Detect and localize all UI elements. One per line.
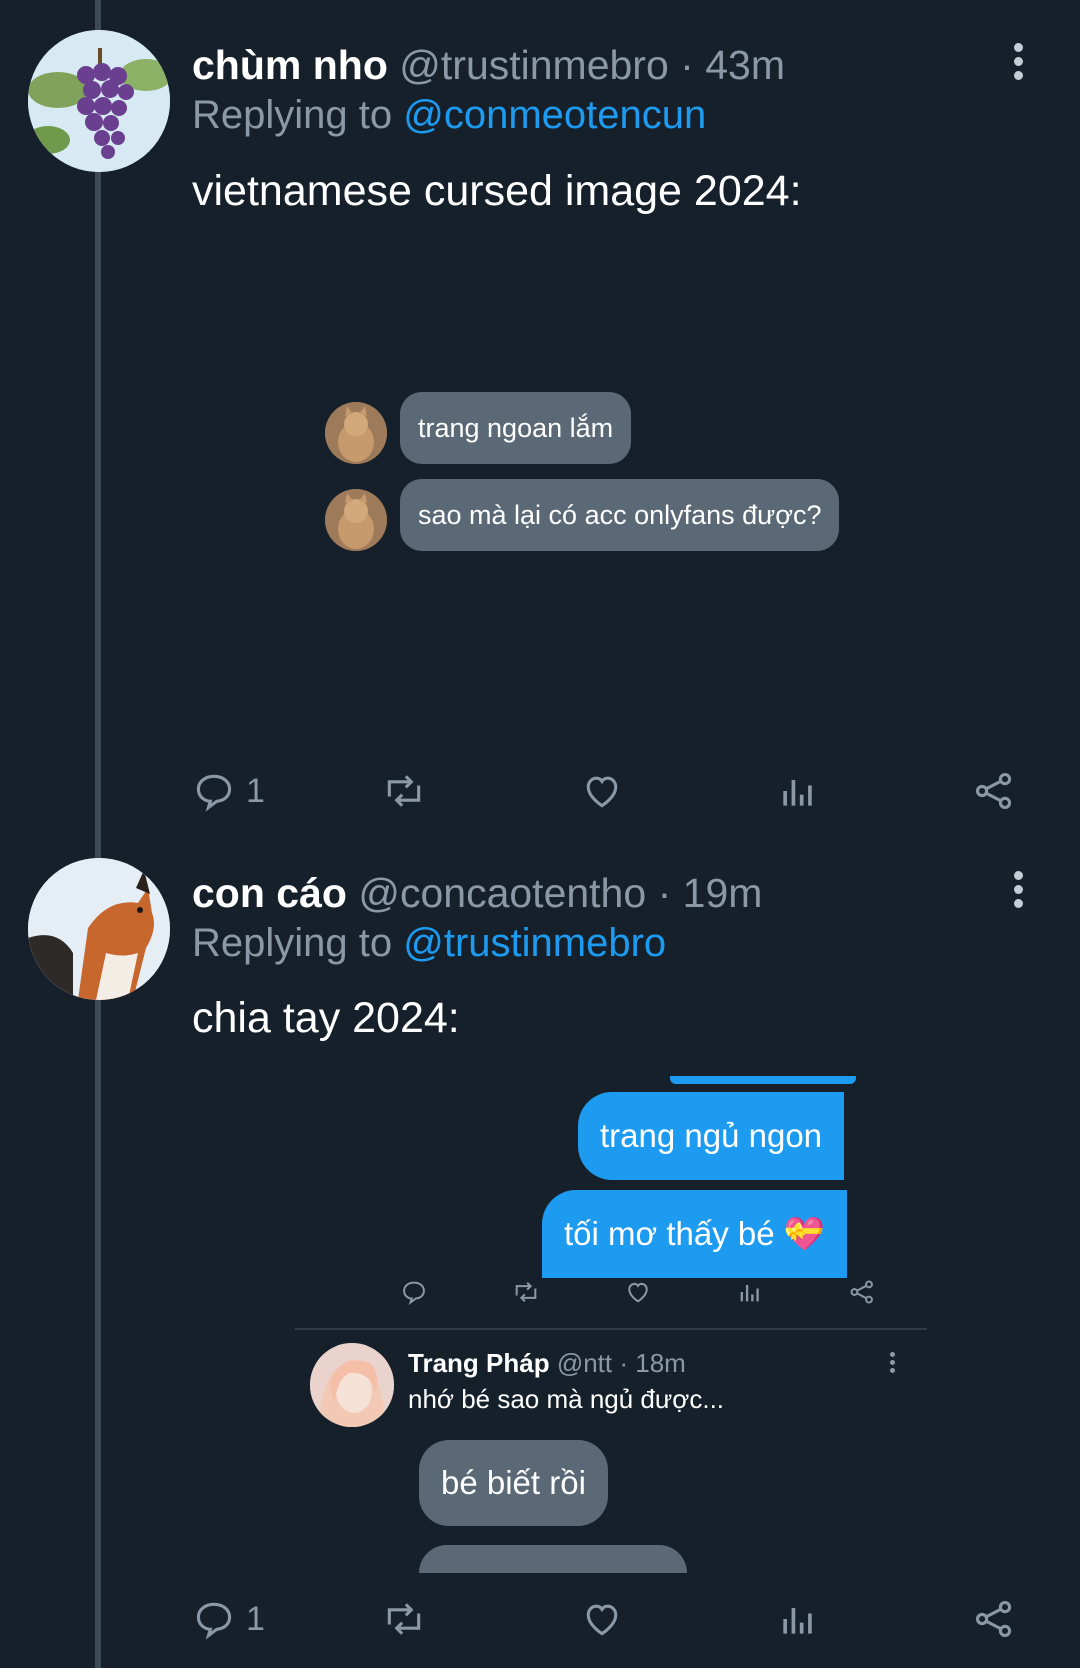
partial-bubble bbox=[670, 1076, 856, 1084]
retweet-icon bbox=[515, 1281, 537, 1303]
nested-user-handle[interactable]: @ntt bbox=[557, 1348, 612, 1378]
divider bbox=[295, 1328, 927, 1330]
tweet-2[interactable]: con cáo @concaotentho · 19m Replying to … bbox=[0, 0, 1080, 1668]
retweet-button[interactable] bbox=[382, 1594, 426, 1644]
nested-more-icon[interactable] bbox=[890, 1352, 895, 1373]
nested-reply-avatar[interactable] bbox=[310, 1343, 394, 1427]
nested-display-name[interactable]: Trang Pháp bbox=[408, 1348, 550, 1378]
fox-avatar-image bbox=[28, 858, 170, 1000]
views-button[interactable] bbox=[736, 1275, 764, 1309]
separator-dot: · bbox=[619, 1348, 629, 1378]
retweet-icon bbox=[387, 1603, 421, 1635]
share-icon bbox=[975, 1600, 1012, 1638]
tweet-actions: 1 bbox=[192, 1594, 1022, 1644]
embedded-tweet-actions bbox=[400, 1275, 890, 1309]
views-button[interactable] bbox=[776, 1594, 820, 1644]
replying-prefix: Replying to bbox=[192, 921, 393, 965]
replying-mention[interactable]: @trustinmebro bbox=[403, 921, 666, 965]
more-icon[interactable] bbox=[1012, 871, 1026, 913]
nested-reply-header: Trang Pháp @ntt · 18m bbox=[408, 1350, 686, 1376]
nested-timestamp: 18m bbox=[635, 1348, 686, 1378]
like-icon bbox=[628, 1282, 648, 1303]
separator-dot: · bbox=[657, 870, 672, 916]
like-button[interactable] bbox=[624, 1275, 652, 1309]
received-message: bé biết rồi bbox=[419, 1440, 608, 1526]
views-icon bbox=[783, 1608, 812, 1634]
nested-reply-text: nhớ bé sao mà ngủ được... bbox=[408, 1384, 725, 1414]
sent-message: tối mơ thấy bé 💝 bbox=[542, 1190, 847, 1278]
tweet-text: chia tay 2024: bbox=[192, 994, 460, 1042]
share-button[interactable] bbox=[972, 1594, 1016, 1644]
like-button[interactable] bbox=[580, 1594, 624, 1644]
avatar-fox[interactable] bbox=[28, 858, 170, 1000]
reply-button[interactable]: 1 bbox=[192, 1594, 265, 1644]
timestamp[interactable]: 19m bbox=[683, 870, 763, 916]
retweet-button[interactable] bbox=[512, 1275, 540, 1309]
partial-bubble bbox=[419, 1545, 687, 1573]
sent-message: trang ngủ ngon bbox=[578, 1092, 845, 1180]
share-icon bbox=[850, 1280, 873, 1304]
reply-button[interactable] bbox=[400, 1275, 428, 1309]
reply-icon bbox=[403, 1281, 425, 1306]
reply-icon bbox=[196, 1602, 232, 1640]
user-handle[interactable]: @concaotentho bbox=[358, 870, 646, 916]
user-avatar-image bbox=[310, 1343, 394, 1427]
reply-count: 1 bbox=[246, 1599, 265, 1638]
views-icon bbox=[740, 1285, 759, 1302]
share-button[interactable] bbox=[848, 1275, 876, 1309]
display-name[interactable]: con cáo bbox=[192, 870, 347, 916]
tweet-header: con cáo @concaotentho · 19m bbox=[192, 873, 762, 914]
like-icon bbox=[586, 1604, 618, 1636]
replying-to: Replying to @trustinmebro bbox=[192, 923, 666, 963]
